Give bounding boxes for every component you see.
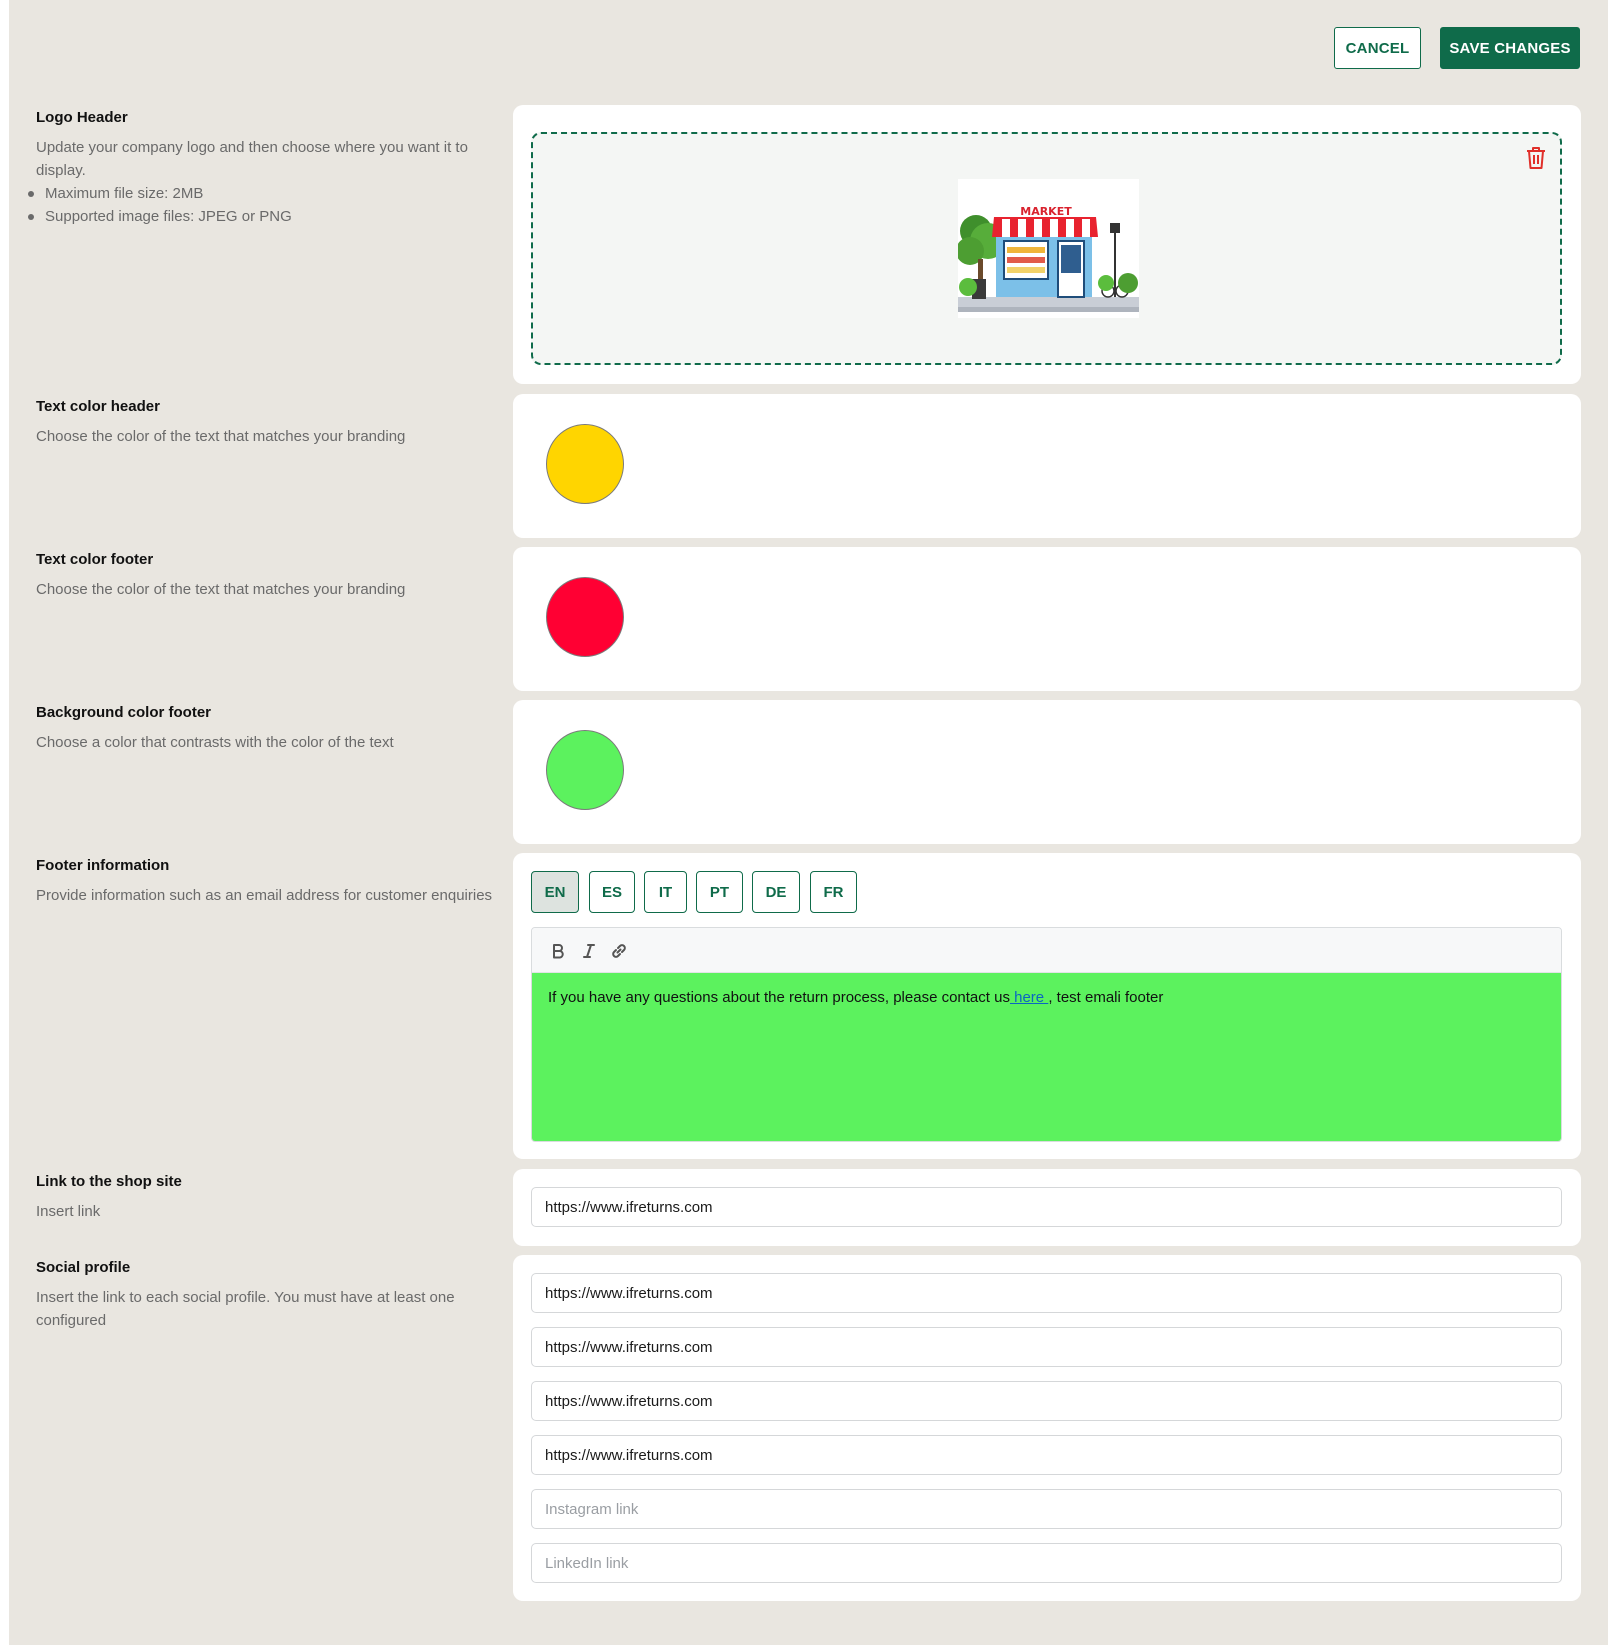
save-changes-button[interactable]: SAVE CHANGES <box>1440 27 1580 69</box>
shop-link-input[interactable]: https://www.ifreturns.com <box>531 1187 1562 1227</box>
logo-header-label: Logo Header Update your company logo and… <box>28 108 501 228</box>
trash-icon[interactable] <box>1524 145 1548 171</box>
section-description: Choose a color that contrasts with the c… <box>36 734 394 751</box>
action-bar: CANCEL SAVE CHANGES <box>9 27 1608 70</box>
footer-text-tail: , test emali footer <box>1048 989 1164 1006</box>
logo-upload-card: MARKET <box>513 105 1581 384</box>
footer-text-color-swatch[interactable] <box>546 577 624 657</box>
list-item: Maximum file size: 2MB <box>28 182 501 205</box>
social-link-input[interactable]: https://www.ifreturns.com <box>531 1381 1562 1421</box>
italic-icon[interactable] <box>578 940 600 962</box>
tab-language-fr[interactable]: FR <box>810 871 857 913</box>
section-title: Logo Header <box>36 109 128 126</box>
footer-text: If you have any questions about the retu… <box>548 989 1010 1006</box>
text-color-footer-card <box>513 547 1581 691</box>
section-description: Choose the color of the text that matche… <box>36 581 406 598</box>
social-profile-label: Social profile Insert the link to each s… <box>36 1258 501 1332</box>
shop-link-label: Link to the shop site Insert link <box>36 1172 501 1223</box>
footer-rich-text-editor: If you have any questions about the retu… <box>531 927 1562 1142</box>
text-color-header-label: Text color header Choose the color of th… <box>36 397 501 448</box>
social-link-input[interactable]: https://www.ifreturns.com <box>531 1273 1562 1313</box>
contact-link[interactable]: here <box>1010 989 1048 1006</box>
instagram-link-input[interactable]: Instagram link <box>531 1489 1562 1529</box>
logo-dropzone[interactable]: MARKET <box>531 132 1562 365</box>
section-title: Social profile <box>36 1259 131 1276</box>
background-color-footer-card <box>513 700 1581 844</box>
tab-language-es[interactable]: ES <box>589 871 635 913</box>
footer-background-color-swatch[interactable] <box>546 730 624 810</box>
social-link-input[interactable]: https://www.ifreturns.com <box>531 1435 1562 1475</box>
footer-information-card: EN ES IT PT DE FR If you have any questi… <box>513 853 1581 1159</box>
social-profile-card: https://www.ifreturns.com https://www.if… <box>513 1255 1581 1601</box>
section-description: Choose the color of the text that matche… <box>36 428 406 445</box>
branding-settings-page: CANCEL SAVE CHANGES Logo Header Update y… <box>9 0 1608 1645</box>
header-text-color-swatch[interactable] <box>546 424 624 504</box>
requirements-list: Maximum file size: 2MB Supported image f… <box>28 182 501 228</box>
section-title: Link to the shop site <box>36 1173 182 1190</box>
list-item: Supported image files: JPEG or PNG <box>28 205 501 228</box>
shop-link-card: https://www.ifreturns.com <box>513 1169 1581 1246</box>
link-icon[interactable] <box>608 940 630 962</box>
section-title: Text color footer <box>36 551 154 568</box>
section-title: Text color header <box>36 398 160 415</box>
tab-language-de[interactable]: DE <box>752 871 800 913</box>
tab-language-pt[interactable]: PT <box>696 871 743 913</box>
section-title: Footer information <box>36 857 170 874</box>
cancel-button[interactable]: CANCEL <box>1334 27 1421 69</box>
left-edge-strip <box>0 0 9 1645</box>
bold-icon[interactable] <box>547 940 569 962</box>
text-color-header-card <box>513 394 1581 538</box>
editor-content[interactable]: If you have any questions about the retu… <box>532 973 1561 1141</box>
social-link-input[interactable]: https://www.ifreturns.com <box>531 1327 1562 1367</box>
background-color-footer-label: Background color footer Choose a color t… <box>36 703 501 754</box>
linkedin-link-input[interactable]: LinkedIn link <box>531 1543 1562 1583</box>
section-description: Insert link <box>36 1203 101 1220</box>
logo-sign-text: MARKET <box>1020 205 1072 218</box>
editor-toolbar <box>532 928 1561 973</box>
footer-information-label: Footer information Provide information s… <box>36 856 501 907</box>
section-description: Insert the link to each social profile. … <box>36 1289 455 1329</box>
tab-language-en[interactable]: EN <box>531 871 579 913</box>
section-title: Background color footer <box>36 704 212 721</box>
company-logo-image: MARKET <box>956 179 1139 318</box>
tab-language-it[interactable]: IT <box>644 871 687 913</box>
text-color-footer-label: Text color footer Choose the color of th… <box>36 550 501 601</box>
section-description: Update your company logo and then choose… <box>36 139 468 179</box>
section-description: Provide information such as an email add… <box>36 887 493 904</box>
